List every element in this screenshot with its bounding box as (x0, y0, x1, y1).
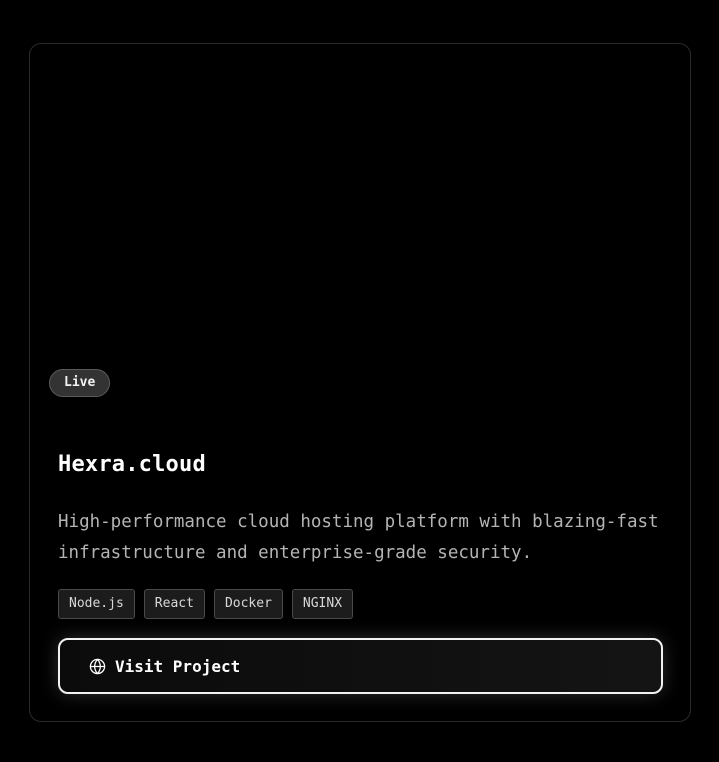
tech-tag: React (143, 589, 205, 619)
tech-tag: Docker (213, 589, 283, 619)
project-description: High-performance cloud hosting platform … (58, 512, 659, 563)
project-preview-image (30, 44, 690, 414)
visit-project-label: Visit Project (115, 656, 241, 676)
project-title: Hexra.cloud (58, 452, 206, 477)
tech-tag: NGINX (291, 589, 354, 619)
visit-project-button[interactable]: Visit Project (58, 638, 663, 694)
tech-tag-list: Node.js React Docker NGINX (58, 589, 354, 619)
status-badge: Live (49, 369, 111, 397)
globe-icon (89, 658, 106, 675)
tech-tag: Node.js (58, 589, 135, 619)
project-card: Live Hexra.cloud High-performance cloud … (29, 43, 691, 722)
